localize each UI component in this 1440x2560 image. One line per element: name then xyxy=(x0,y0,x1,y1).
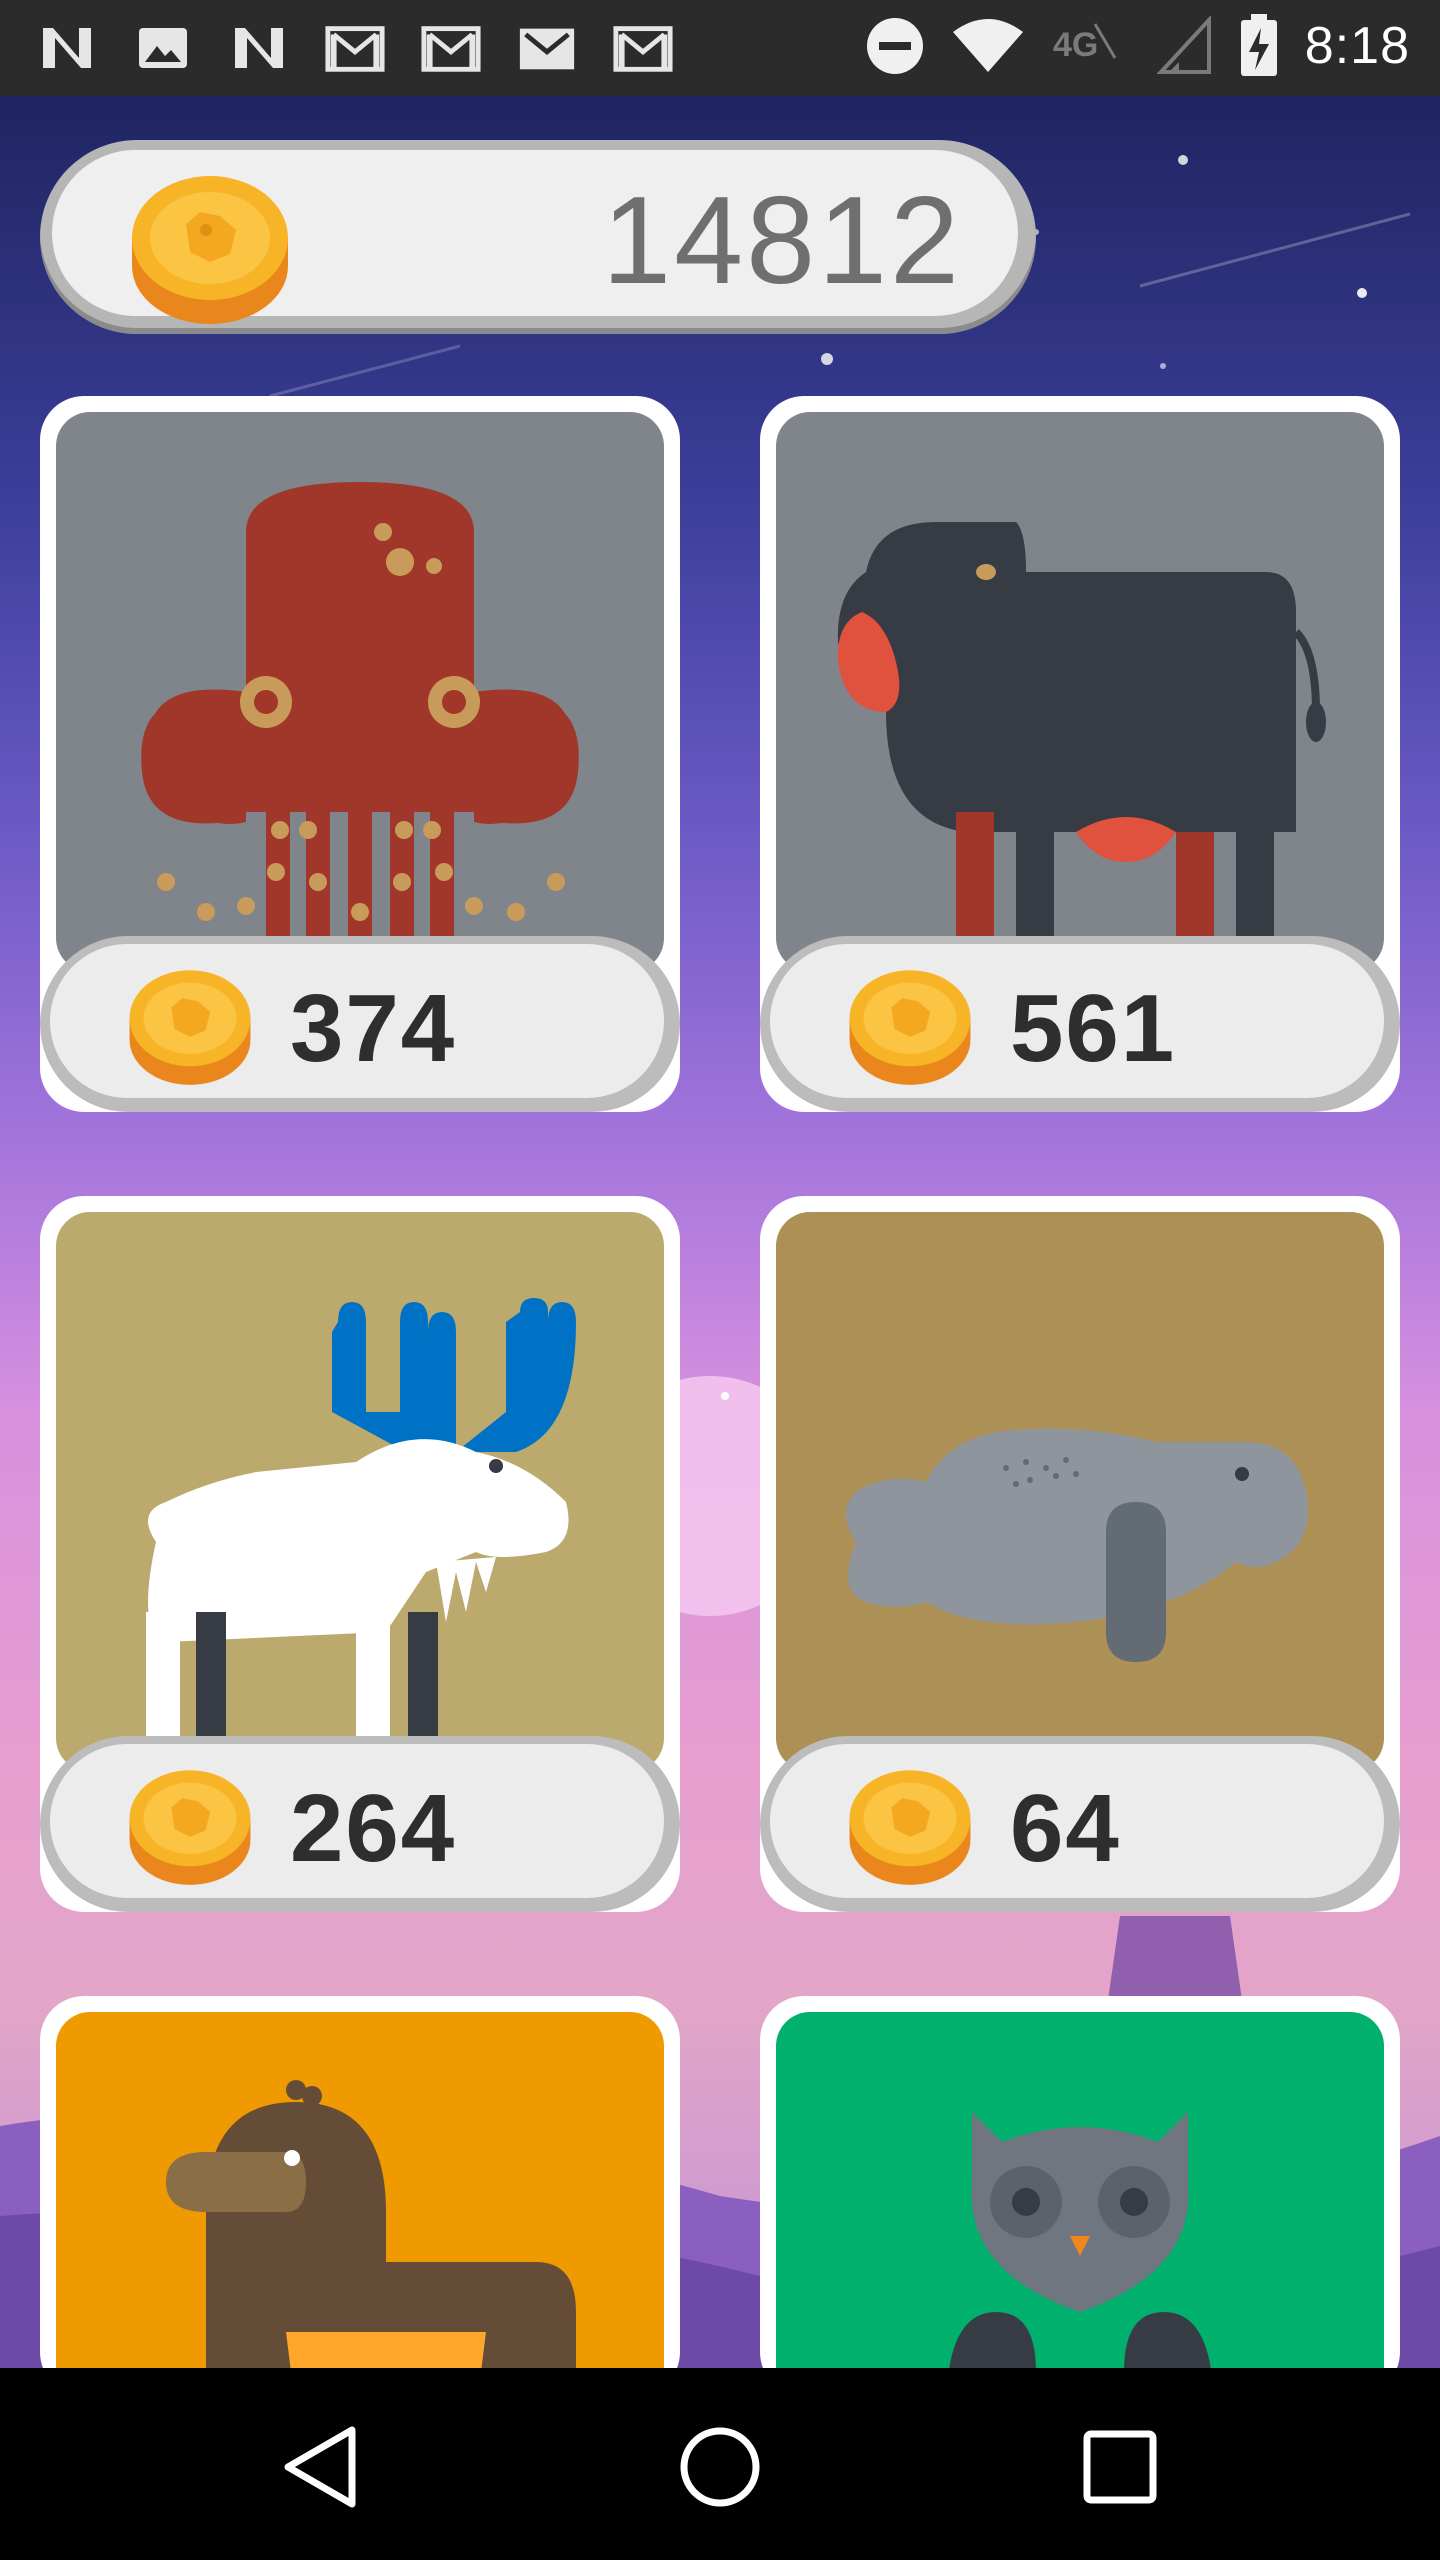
wifi-icon xyxy=(952,19,1023,72)
back-button[interactable] xyxy=(265,2412,375,2522)
svg-text:4G: 4G xyxy=(1053,26,1098,64)
gmail-icon xyxy=(324,20,386,76)
shop-screen[interactable]: 14812 374 561 264 64 xyxy=(0,96,1440,2368)
recents-icon xyxy=(1083,2430,1157,2504)
price-label: 64 xyxy=(1010,1775,1121,1882)
moose-art xyxy=(56,1212,664,1772)
do-not-disturb-icon xyxy=(866,18,923,74)
navigation-bar xyxy=(0,2368,1440,2560)
animal-card-manatee[interactable]: 64 xyxy=(760,1196,1400,1912)
signal-icon xyxy=(1156,16,1211,74)
home-icon xyxy=(680,2427,760,2507)
price-label: 374 xyxy=(290,975,457,1082)
coin-icon xyxy=(129,1770,251,1885)
coin-balance-banner: 14812 xyxy=(40,140,1036,334)
coin-icon xyxy=(132,176,288,324)
status-clock: 8:18 xyxy=(1304,17,1410,75)
back-icon xyxy=(284,2426,356,2508)
coin-icon xyxy=(849,970,971,1085)
price-label: 561 xyxy=(1010,975,1177,1082)
gmail-icon-3 xyxy=(516,20,578,76)
n-notification-icon xyxy=(36,20,98,76)
image-notification-icon xyxy=(132,20,194,76)
price-pill[interactable]: 561 xyxy=(760,936,1400,1112)
price-pill[interactable]: 264 xyxy=(40,1736,680,1912)
battery-charging-icon xyxy=(1240,14,1277,76)
animal-card-owl[interactable] xyxy=(760,1996,1400,2368)
manatee-art xyxy=(776,1212,1384,1772)
price-pill[interactable]: 64 xyxy=(760,1736,1400,1912)
recents-button[interactable] xyxy=(1065,2412,1175,2522)
owl-art xyxy=(776,2012,1384,2368)
animal-card-moose[interactable]: 264 xyxy=(40,1196,680,1912)
price-label: 264 xyxy=(290,1775,457,1882)
cow-art xyxy=(776,412,1384,972)
lte-icon: 4G xyxy=(1053,23,1117,64)
animal-card-platypus[interactable] xyxy=(40,1996,680,2368)
home-button[interactable] xyxy=(665,2412,775,2522)
animal-card-octopus[interactable]: 374 xyxy=(40,396,680,1112)
octopus-art xyxy=(56,412,664,972)
coin-icon xyxy=(849,1770,971,1885)
coin-icon xyxy=(129,970,251,1085)
coin-balance: 14812 xyxy=(602,172,962,310)
gmail-icon-4 xyxy=(612,20,674,76)
animal-card-cow[interactable]: 561 xyxy=(760,396,1400,1112)
price-pill[interactable]: 374 xyxy=(40,936,680,1112)
status-bar: 4G 8:18 xyxy=(0,0,1440,96)
platypus-art xyxy=(56,2012,664,2368)
n-notification-icon-2 xyxy=(228,20,290,76)
gmail-icon-2 xyxy=(420,20,482,76)
